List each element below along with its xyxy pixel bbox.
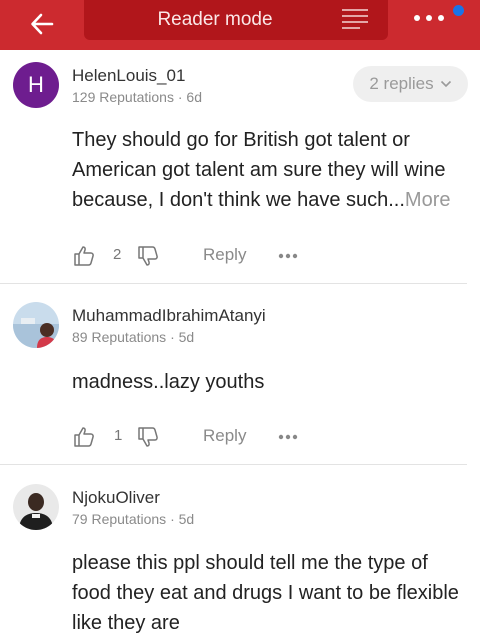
reader-mode-title: Reader mode	[157, 9, 273, 30]
comment-item: NjokuOliver 79 Reputations · 5d please t…	[0, 465, 480, 640]
more-dots-icon[interactable]	[276, 244, 300, 268]
comment-meta: 79 Reputations · 5d	[72, 511, 195, 527]
thumbs-up-icon[interactable]	[72, 244, 96, 268]
thumbs-up-icon[interactable]	[72, 425, 96, 449]
thumbs-down-icon[interactable]	[136, 425, 160, 449]
comment-actions: 1 Reply	[72, 425, 332, 451]
top-bar: Reader mode	[0, 0, 480, 50]
comment-text-content: They should go for British got talent or…	[72, 129, 446, 211]
reply-button[interactable]: Reply	[203, 426, 246, 446]
comment-meta: 129 Reputations · 6d	[72, 89, 202, 105]
username[interactable]: NjokuOliver	[72, 488, 160, 508]
comment-actions: 2 Reply	[72, 244, 332, 270]
comment-text: madness..lazy youths	[72, 371, 265, 393]
comment-item: H HelenLouis_01 129 Reputations · 6d 2 r…	[0, 50, 480, 284]
more-dots-icon	[414, 15, 444, 21]
replies-label: 2 replies	[369, 74, 434, 93]
comment-text: They should go for British got talent or…	[72, 125, 472, 215]
notification-dot	[453, 5, 464, 16]
user-photo	[13, 302, 59, 348]
arrow-left-icon	[31, 13, 54, 35]
comment-item: MuhammadIbrahimAtanyi 89 Reputations · 5…	[0, 284, 480, 465]
comment-text: please this ppl should tell me the type …	[72, 552, 459, 634]
user-photo	[13, 484, 59, 530]
thumbs-down-icon[interactable]	[136, 244, 160, 268]
avatar-letter: H	[13, 62, 59, 108]
avatar[interactable]: H	[13, 62, 59, 108]
more-dots-icon[interactable]	[276, 425, 300, 449]
more-link[interactable]: More	[405, 189, 451, 211]
back-button[interactable]	[20, 6, 64, 42]
avatar[interactable]	[13, 484, 59, 530]
like-count: 1	[114, 427, 123, 444]
reader-lines-icon	[342, 9, 368, 29]
username[interactable]: HelenLouis_01	[72, 66, 185, 86]
chevron-down-icon	[440, 80, 451, 88]
reply-button[interactable]: Reply	[203, 245, 246, 265]
avatar[interactable]	[13, 302, 59, 348]
reader-mode-button[interactable]: Reader mode	[84, 0, 388, 40]
comment-meta: 89 Reputations · 5d	[72, 329, 195, 345]
username[interactable]: MuhammadIbrahimAtanyi	[72, 306, 266, 326]
like-count: 2	[113, 246, 122, 263]
replies-button[interactable]: 2 replies	[353, 66, 468, 102]
more-options-button[interactable]	[408, 6, 450, 30]
